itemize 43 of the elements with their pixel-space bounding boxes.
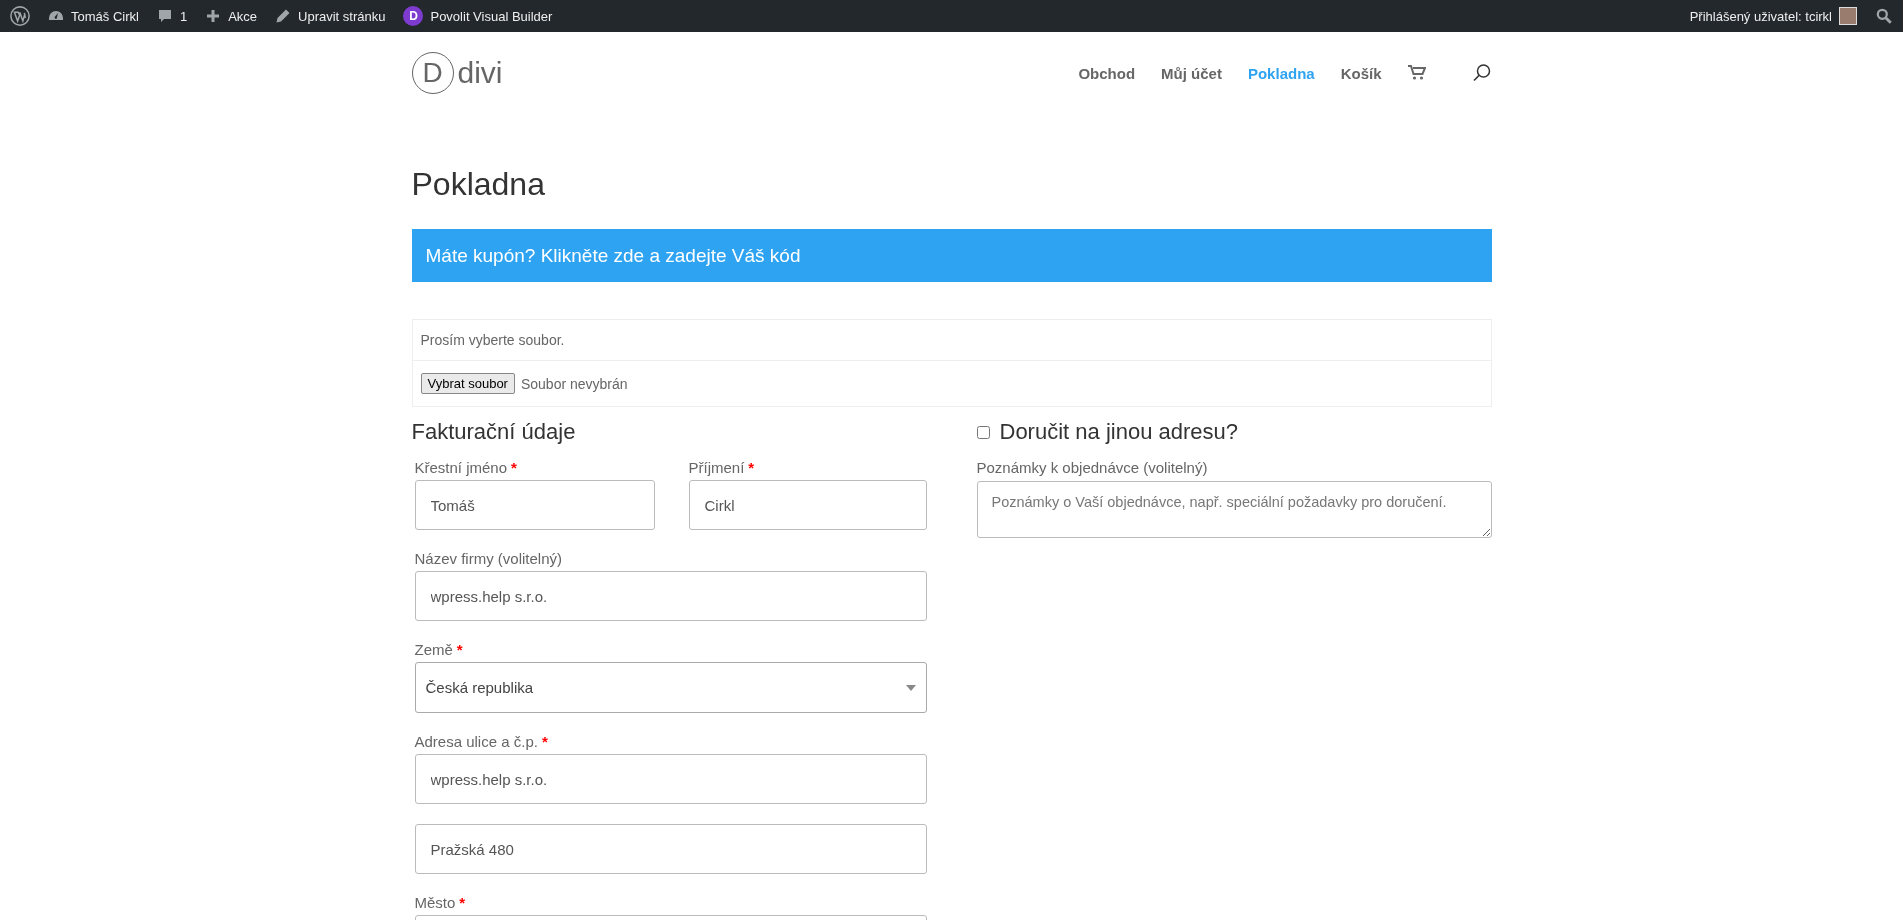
country-select[interactable]: Česká republika <box>414 662 927 713</box>
admin-bar-item[interactable]: Tomáš Cirkl <box>48 8 139 24</box>
section-title: Doručit na jinou adresu? <box>999 419 1238 445</box>
field-label: Země * <box>414 641 464 658</box>
section-title: Fakturační údaje <box>411 419 577 445</box>
admin-bar-item[interactable]: 1 <box>156 8 188 24</box>
avatar-placeholder <box>1839 7 1857 25</box>
wordpress-logo-icon <box>10 6 30 26</box>
choose-file-button[interactable]: Vybrat soubor <box>420 373 515 394</box>
plus-icon <box>205 8 222 24</box>
file-status: Soubor nevybrán <box>520 375 628 392</box>
admin-bar-item[interactable]: D Povolit Visual Builder <box>403 6 553 26</box>
site-logo[interactable]: D divi <box>411 52 503 94</box>
search-icon[interactable] <box>1471 63 1492 83</box>
field-label: Poznámky k objednávce (volitelný) <box>976 459 1208 476</box>
logo-text: divi <box>457 56 503 90</box>
input-field[interactable]: Cirkl <box>688 480 927 530</box>
comment-icon <box>156 8 173 24</box>
input-field[interactable]: wpress.help s.r.o. <box>414 571 927 621</box>
field-label: Název firmy (volitelný) <box>414 550 564 567</box>
notes-field[interactable]: Poznámky o Vaší objednávce, např. speciální požadavky pro doručení. <box>976 481 1492 538</box>
checkbox[interactable] <box>976 425 990 439</box>
field-label: Adresa ulice a č.p. * <box>414 733 549 750</box>
search-icon <box>1875 7 1893 25</box>
cart-icon[interactable] <box>1407 65 1426 81</box>
field-label: Příjmení * <box>688 459 756 476</box>
input-field[interactable]: Pražská 480 <box>414 824 927 874</box>
pencil-icon <box>275 8 292 24</box>
field-label: Křestní jméno * <box>414 459 518 476</box>
admin-bar-item[interactable] <box>10 6 30 26</box>
nav-link[interactable]: Obchod <box>1078 64 1136 82</box>
upload-prompt: Prosím vyberte soubor. <box>420 332 565 348</box>
caret-icon <box>905 684 916 691</box>
admin-bar-item[interactable]: Akce <box>205 8 258 24</box>
builder-logo: D <box>403 6 424 26</box>
input-field[interactable]: wpress.help s.r.o. <box>414 754 927 804</box>
account-menu[interactable]: Přihlášený uživatel: tcirkl <box>1689 7 1857 25</box>
admin-bar-item[interactable]: Upravit stránku <box>275 8 386 24</box>
field-label: Město * <box>414 894 467 911</box>
nav-link[interactable]: Košík <box>1340 64 1382 82</box>
input-field[interactable]: Tomáš <box>414 480 655 530</box>
nav-link[interactable]: Můj účet <box>1161 64 1222 82</box>
page-title: Pokladna <box>411 166 546 203</box>
